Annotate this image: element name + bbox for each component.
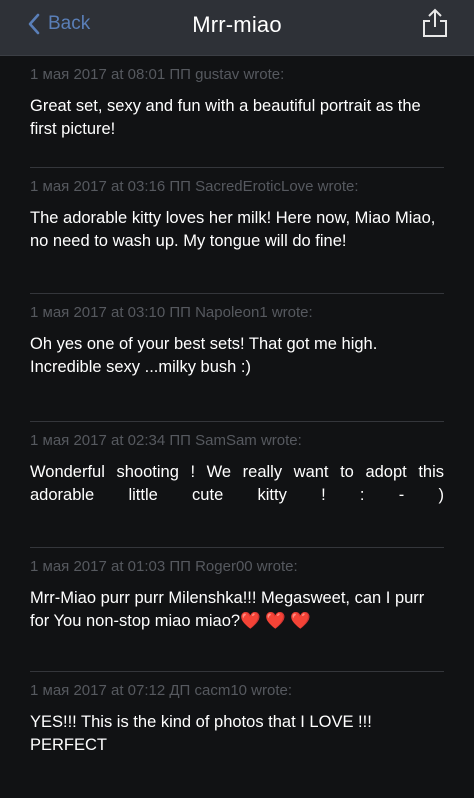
comment-text: Wonderful shooting ! We really want to a… <box>30 463 444 504</box>
share-icon <box>423 8 447 37</box>
heart-emoji: ❤️ ❤️ ❤️ <box>240 612 311 630</box>
nav-bar: Back Mrr-miao <box>0 0 474 56</box>
comment-item: 1 мая 2017 at 02:34 ПП SamSam wrote: Won… <box>30 422 444 548</box>
comment-item: 1 мая 2017 at 07:12 ДП сасm10 wrote: YES… <box>30 672 444 772</box>
page-title: Mrr-miao <box>192 12 282 37</box>
comment-meta: 1 мая 2017 at 08:01 ПП gustav wrote: <box>30 66 285 83</box>
comment-text: YES!!! This is the kind of photos that I… <box>30 713 372 754</box>
comment-list: 1 мая 2017 at 08:01 ПП gustav wrote: Gre… <box>0 56 474 772</box>
comment-meta: 1 мая 2017 at 03:10 ПП Napoleon1 wrote: <box>30 304 313 321</box>
comment-text: Great set, sexy and fun with a beautiful… <box>30 97 421 138</box>
comment-item: 1 мая 2017 at 03:10 ПП Napoleon1 wrote: … <box>30 294 444 422</box>
comment-meta: 1 мая 2017 at 02:34 ПП SamSam wrote: <box>30 432 302 449</box>
comment-text: Mrr-Miao purr purr Milenshka!!! Megaswee… <box>30 589 425 630</box>
comment-text: The adorable kitty loves her milk! Here … <box>30 209 436 250</box>
comment-body: Mrr-Miao purr purr Milenshka!!! Megaswee… <box>30 587 444 633</box>
comment-item: 1 мая 2017 at 03:16 ПП SacredEroticLove … <box>30 168 444 294</box>
comment-item: 1 мая 2017 at 08:01 ПП gustav wrote: Gre… <box>30 56 444 168</box>
share-button[interactable] <box>422 8 448 38</box>
comment-text: Oh yes one of your best sets! That got m… <box>30 335 378 376</box>
comment-item: 1 мая 2017 at 01:03 ПП Roger00 wrote: Mr… <box>30 548 444 672</box>
comment-meta: 1 мая 2017 at 01:03 ПП Roger00 wrote: <box>30 558 298 575</box>
comment-meta: 1 мая 2017 at 07:12 ДП сасm10 wrote: <box>30 682 293 699</box>
comment-meta: 1 мая 2017 at 03:16 ПП SacredEroticLove … <box>30 178 359 195</box>
